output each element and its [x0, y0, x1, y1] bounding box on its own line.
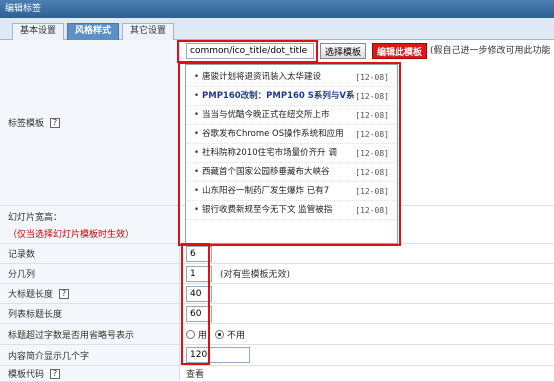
- template-label: 标签模板: [8, 119, 45, 129]
- title-length-input[interactable]: [186, 285, 212, 302]
- template-code-row: 模板代码 ? 查看: [0, 366, 554, 382]
- template-preview: • 唐骏计划将退资讯装入太华建设 [12-08] • PMP160改制：PMP160 …: [185, 64, 398, 244]
- preview-item: • 西藏首个国家公园移垂藏布大峡谷 [12-08]: [186, 163, 397, 182]
- ellipsis-label: 标题超过字数是否用省略号表示: [0, 324, 180, 344]
- preview-item-title: 当当与优酷今晚正式在纽交所上市: [202, 110, 330, 120]
- ellipsis-no-radio[interactable]: [215, 329, 225, 339]
- title-length-label: 大标题长度: [8, 290, 54, 300]
- title-length-label-cell: 大标题长度 ?: [0, 284, 180, 303]
- list-title-length-row: 列表标题长度: [0, 304, 554, 324]
- intro-length-label: 内容简介显示几个字: [0, 345, 180, 365]
- tab-style[interactable]: 风格样式: [67, 23, 119, 40]
- ellipsis-value-cell: 用 不用: [181, 324, 554, 344]
- tab-bar: 基本设置 风格样式 其它设置: [0, 18, 554, 40]
- title-length-row: 大标题长度 ?: [0, 284, 554, 304]
- template-code-label: 模板代码: [8, 370, 45, 380]
- list-title-length-input[interactable]: [186, 305, 212, 322]
- intro-length-row: 内容简介显示几个字: [0, 345, 554, 366]
- preview-item-title: 西藏首个国家公园移垂藏布大峡谷: [202, 167, 330, 177]
- record-count-input[interactable]: [186, 245, 212, 262]
- preview-item-date: [12-08]: [355, 206, 389, 215]
- ellipsis-yes-label: 用: [198, 330, 208, 341]
- tab-basic-settings[interactable]: 基本设置: [12, 23, 64, 40]
- edit-template-button[interactable]: 编辑此模板: [372, 43, 428, 59]
- tab-other-settings[interactable]: 其它设置: [122, 23, 174, 40]
- help-icon[interactable]: ?: [50, 117, 61, 128]
- preview-item: • 山东阳谷一制药厂发生爆炸 已有7 [12-08]: [186, 182, 397, 201]
- intro-length-input[interactable]: [186, 347, 250, 363]
- select-template-button[interactable]: 选择模板: [320, 43, 367, 59]
- preview-item: • 谷歌发布Chrome OS操作系统和应用 [12-08]: [186, 125, 397, 144]
- preview-item-title: 唐骏计划将退资讯装入太华建设: [202, 72, 322, 82]
- template-code-value-cell: 查看: [181, 366, 554, 381]
- preview-item-title: 山东阳谷一制药厂发生爆炸 已有7: [202, 186, 330, 196]
- ellipsis-row: 标题超过字数是否用省略号表示 用 不用: [0, 324, 554, 345]
- record-count-label: 记录数: [0, 244, 180, 263]
- slide-size-note: （仅当选择幻灯片模板时生效）: [8, 229, 135, 240]
- preview-item: • 唐骏计划将退资讯装入太华建设 [12-08]: [186, 68, 397, 87]
- intro-length-value-cell: [181, 345, 554, 365]
- slide-size-label: 幻灯片宽高：: [8, 212, 63, 223]
- record-count-value-cell: [181, 244, 554, 263]
- view-code-link[interactable]: 查看: [186, 367, 204, 380]
- preview-item-date: [12-08]: [355, 149, 389, 158]
- help-icon[interactable]: ?: [50, 368, 61, 379]
- title-length-value-cell: [181, 284, 554, 303]
- columns-value-cell: (对有些模板无效): [181, 264, 554, 283]
- preview-item-date: [12-08]: [355, 187, 389, 196]
- preview-item-date: [12-08]: [355, 168, 389, 177]
- preview-item-date: [12-08]: [355, 92, 389, 101]
- preview-item-date: [12-08]: [355, 73, 389, 82]
- template-label-cell: 标签模板 ?: [0, 40, 180, 205]
- template-path-input[interactable]: [186, 43, 314, 59]
- window-title: 编辑标签: [0, 0, 554, 18]
- columns-input[interactable]: [186, 265, 212, 282]
- list-title-length-label: 列表标题长度: [0, 304, 180, 323]
- list-title-length-value-cell: [181, 304, 554, 323]
- columns-label: 分几列: [0, 264, 180, 283]
- preview-item: • 当当与优酷今晚正式在纽交所上市 [12-08]: [186, 106, 397, 125]
- preview-item: • PMP160改制：PMP160 S系列与V系 [12-08]: [186, 87, 397, 106]
- record-count-row: 记录数: [0, 244, 554, 264]
- preview-item: • 社科院称2010住宅市场量价齐升 调 [12-08]: [186, 144, 397, 163]
- help-icon[interactable]: ?: [59, 288, 70, 299]
- ellipsis-yes-radio[interactable]: [186, 329, 195, 339]
- ellipsis-radio-group: 用 不用: [186, 328, 253, 341]
- columns-row: 分几列 (对有些模板无效): [0, 264, 554, 284]
- preview-item-title: PMP160改制：PMP160 S系列与V系: [202, 91, 355, 101]
- columns-hint: (对有些模板无效): [220, 270, 291, 280]
- preview-item-title: 银行收费新规至今无下文 监管被指: [202, 205, 333, 215]
- preview-item-date: [12-08]: [355, 111, 389, 120]
- ellipsis-no-label: 不用: [227, 330, 246, 341]
- edit-template-hint: (假自己进一步修改可用此功能: [430, 46, 551, 56]
- preview-item-title: 谷歌发布Chrome OS操作系统和应用: [202, 129, 344, 139]
- preview-item-date: [12-08]: [355, 130, 389, 139]
- slide-size-label-cell: 幻灯片宽高： （仅当选择幻灯片模板时生效）: [0, 206, 180, 243]
- preview-item: • 银行收费新规至今无下文 监管被指 [12-08]: [186, 201, 397, 220]
- template-code-label-cell: 模板代码 ?: [0, 366, 180, 381]
- preview-item-title: 社科院称2010住宅市场量价齐升 调: [202, 148, 337, 158]
